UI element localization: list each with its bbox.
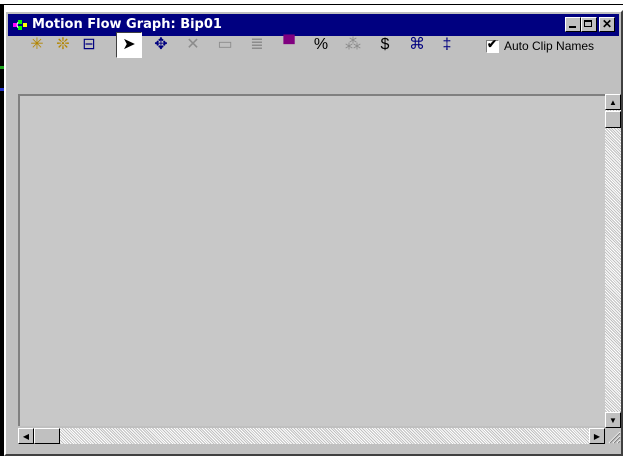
scroll-up-icon: ▲ — [609, 97, 617, 107]
edit-icon: ≣ — [250, 36, 264, 53]
percent-tool-button[interactable]: % — [308, 32, 334, 58]
graph-canvas[interactable] — [18, 94, 605, 426]
scroll-right-button[interactable]: ▶ — [589, 428, 605, 444]
scroll-down-button[interactable]: ▼ — [605, 412, 621, 428]
optimize-transitions-tool-button[interactable]: ⁂ — [340, 32, 366, 58]
resize-grip-icon — [608, 431, 621, 444]
auto-clip-names-checkbox[interactable]: ✔ Auto Clip Names — [486, 36, 595, 54]
scroll-up-button[interactable]: ▲ — [605, 94, 621, 110]
select-random-start-icon: ▀ — [283, 36, 295, 53]
select-icon: ➤ — [122, 36, 136, 53]
delete-icon: ✕ — [186, 36, 200, 53]
auto-clip-names-label: Auto Clip Names — [504, 39, 595, 53]
vertical-scrollbar[interactable]: ▲ ▼ — [605, 94, 621, 428]
maximize-icon — [584, 20, 592, 27]
horizontal-scrollbar[interactable]: ◀ ▶ — [18, 428, 605, 444]
move-icon: ✥ — [154, 36, 168, 53]
dollar-icon: $ — [380, 36, 390, 53]
check-icon: ✔ — [487, 36, 498, 51]
scroll-down-icon: ▼ — [609, 415, 617, 425]
create-multiple-clips-tool-button[interactable]: ❊ — [50, 32, 76, 58]
show-script-tool-button[interactable]: ▭ — [212, 32, 238, 58]
delete-tool-button[interactable]: ✕ — [180, 32, 206, 58]
create-clip-icon: ✳ — [30, 36, 44, 53]
create-clip-tool-button[interactable]: ✳ — [24, 32, 50, 58]
move-tool-button[interactable]: ✥ — [148, 32, 174, 58]
show-script-icon: ▭ — [217, 36, 233, 53]
select-multiple-icon: ⌘ — [409, 36, 425, 53]
properties-icon: ‡ — [442, 36, 452, 53]
scroll-right-icon: ▶ — [593, 431, 601, 441]
create-multiple-clips-icon: ❊ — [56, 36, 70, 53]
edit-tool-button[interactable]: ≣ — [244, 32, 270, 58]
select-random-start-tool-button[interactable]: ▀ — [276, 32, 302, 58]
desktop-edge-line — [0, 4, 623, 5]
vertical-scroll-thumb[interactable] — [605, 111, 621, 128]
size-grip[interactable] — [605, 428, 621, 444]
create-transition-icon: ⊟ — [82, 36, 96, 53]
dollar-tool-button[interactable]: $ — [372, 32, 398, 58]
select-multiple-tool-button[interactable]: ⌘ — [404, 32, 430, 58]
optimize-transitions-icon: ⁂ — [345, 36, 361, 53]
select-tool-button[interactable]: ➤ — [116, 32, 142, 58]
scroll-left-button[interactable]: ◀ — [18, 428, 34, 444]
auto-clip-names-box[interactable]: ✔ — [486, 36, 499, 53]
horizontal-scroll-thumb[interactable] — [34, 428, 60, 444]
percent-icon: % — [313, 36, 329, 53]
properties-tool-button[interactable]: ‡ — [434, 32, 460, 58]
scroll-left-icon: ◀ — [22, 431, 30, 441]
create-transition-tool-button[interactable]: ⊟ — [76, 32, 102, 58]
